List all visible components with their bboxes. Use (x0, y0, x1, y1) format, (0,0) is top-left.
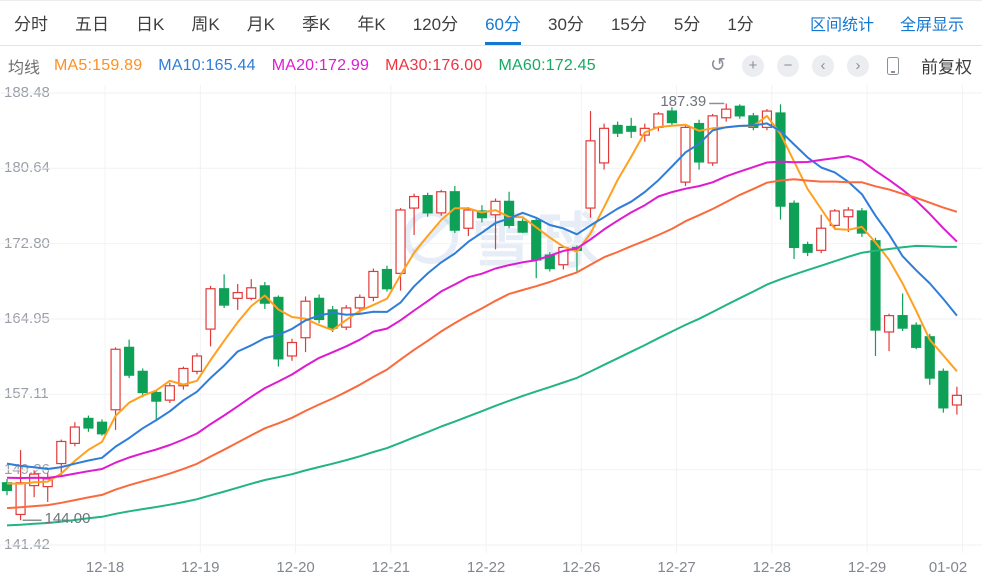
tab-15分[interactable]: 15分 (611, 1, 647, 45)
link-区间统计[interactable]: 区间统计 (810, 11, 874, 35)
x-axis-label: 12-20 (266, 559, 326, 576)
x-axis-label: 12-22 (456, 559, 516, 576)
tab-日K[interactable]: 日K (136, 1, 164, 45)
low-price-marker: 144.00 (45, 510, 91, 527)
x-axis-label: 12-21 (361, 559, 421, 576)
tabbar-links: 区间统计 全屏显示 (810, 1, 982, 45)
undo-icon[interactable]: ↺ (707, 55, 729, 77)
mobile-icon[interactable] (882, 55, 904, 77)
toolbar-icons: ↺ +−‹ › (707, 55, 904, 77)
ma-legend-MA10: MA10:165.44 (158, 57, 255, 74)
x-axis-label: 12-19 (170, 559, 230, 576)
tab-1分[interactable]: 1分 (727, 1, 753, 45)
ma-legend-MA30: MA30:176.00 (385, 57, 482, 74)
tab-年K[interactable]: 年K (357, 1, 385, 45)
high-price-marker: 187.39 (648, 93, 706, 110)
ma-legend-bar: 均线 MA5:159.89 MA10:165.44 MA20:172.99 MA30:… (0, 47, 982, 84)
x-axis-label: 12-29 (837, 559, 897, 576)
pan-right-icon[interactable]: › (847, 55, 869, 77)
ma-legend-MA20: MA20:172.99 (272, 57, 369, 74)
pan-left-icon[interactable]: ‹ (812, 55, 834, 77)
x-axis-label: 12-27 (647, 559, 707, 576)
tab-120分[interactable]: 120分 (413, 1, 458, 45)
x-axis-label: 12-26 (551, 559, 611, 576)
tab-分时[interactable]: 分时 (14, 1, 48, 45)
x-axis-label: 12-18 (75, 559, 135, 576)
tab-30分[interactable]: 30分 (548, 1, 584, 45)
ma-legend-items: MA5:159.89 MA10:165.44 MA20:172.99 MA30:176… (54, 57, 612, 75)
tab-60分[interactable]: 60分 (485, 1, 521, 45)
tab-月K[interactable]: 月K (247, 1, 275, 45)
zoom-out-icon[interactable]: − (777, 55, 799, 77)
link-全屏显示[interactable]: 全屏显示 (900, 11, 964, 35)
tab-五日[interactable]: 五日 (75, 1, 109, 45)
tab-5分[interactable]: 5分 (674, 1, 700, 45)
adjust-mode-button[interactable]: 前复权 (921, 53, 972, 78)
chart-toolbar: ↺ +−‹ › 前复权 (707, 53, 972, 78)
x-axis-label: 01-02 (918, 559, 978, 576)
ma-legend-title: 均线 (8, 54, 40, 78)
candlestick-chart[interactable] (0, 0, 982, 585)
tab-周K[interactable]: 周K (191, 1, 219, 45)
ma-legend-MA60: MA60:172.45 (498, 57, 595, 74)
ma-legend-MA5: MA5:159.89 (54, 57, 142, 74)
interval-tabbar: 分时五日日K 周K 月K 季K 年K 120分 60分 30分 15分 5分 1分 区间统计 全屏显示 (0, 0, 982, 46)
zoom-in-icon[interactable]: + (742, 55, 764, 77)
tab-季K[interactable]: 季K (302, 1, 330, 45)
x-axis-label: 12-28 (742, 559, 802, 576)
mobile-icon-glyph (887, 57, 899, 75)
